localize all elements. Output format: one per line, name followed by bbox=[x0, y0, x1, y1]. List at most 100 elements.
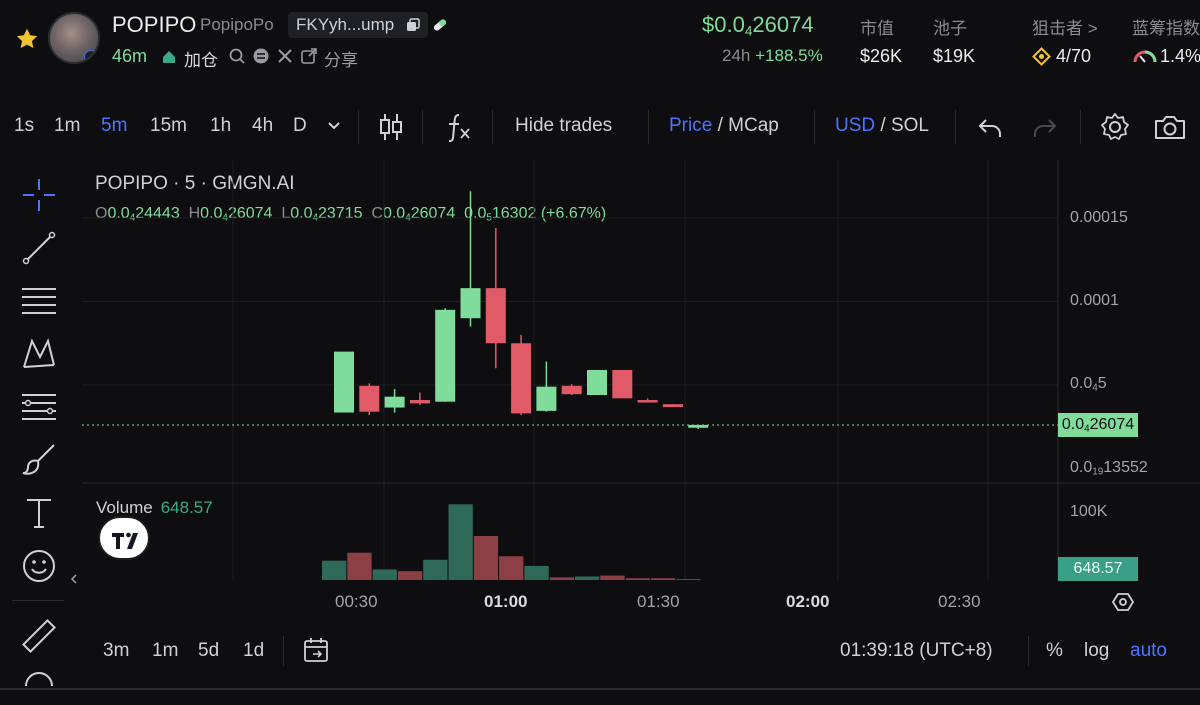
clock-timezone[interactable]: 01:39:18 (UTC+8) bbox=[840, 640, 993, 662]
interval-15m[interactable]: 15m bbox=[150, 115, 187, 137]
volume-series bbox=[322, 504, 701, 580]
favorite-star-icon[interactable] bbox=[14, 26, 40, 52]
candle-body bbox=[637, 400, 658, 403]
volume-bar bbox=[322, 560, 347, 580]
x-axis-label: 02:00 bbox=[786, 592, 830, 611]
gauge-icon bbox=[1133, 50, 1157, 63]
interval-1h[interactable]: 1h bbox=[210, 115, 231, 137]
usd-sol-toggle[interactable]: USD / SOL bbox=[835, 115, 929, 137]
bottom-divider bbox=[283, 636, 284, 666]
mcap-label: 市值 bbox=[860, 19, 894, 38]
target-icon bbox=[1032, 47, 1051, 66]
mcap-value: $26K bbox=[860, 46, 903, 66]
last-price-tag: 0.0426074 bbox=[1058, 413, 1138, 437]
toolbar-divider bbox=[1080, 110, 1081, 144]
interval-1s[interactable]: 1s bbox=[14, 115, 34, 137]
log-scale-toggle[interactable]: log bbox=[1084, 640, 1109, 662]
volume-bar bbox=[448, 504, 473, 580]
tradingview-logo[interactable] bbox=[98, 516, 150, 560]
volume-bar bbox=[600, 575, 625, 580]
token-symbol: POPIPO bbox=[112, 12, 197, 37]
toolbar-divider bbox=[955, 110, 956, 144]
price-mcap-toggle[interactable]: Price / MCap bbox=[669, 115, 779, 137]
candle-body bbox=[536, 386, 557, 411]
candle-body bbox=[409, 400, 430, 404]
tools-divider bbox=[12, 600, 64, 601]
candles-icon[interactable] bbox=[378, 112, 404, 142]
axis-settings-icon[interactable] bbox=[1112, 591, 1134, 613]
range-3m[interactable]: 3m bbox=[103, 640, 129, 662]
y-axis-label: 0.01913552 bbox=[1070, 459, 1148, 478]
interval-d[interactable]: D bbox=[293, 115, 307, 137]
redo-icon[interactable] bbox=[1032, 115, 1058, 139]
volume-bar bbox=[625, 578, 650, 580]
token-handle[interactable]: PopipoPo bbox=[200, 15, 274, 35]
copy-icon[interactable] bbox=[406, 18, 420, 32]
range-1m[interactable]: 1m bbox=[152, 640, 178, 662]
candle-body bbox=[460, 288, 481, 319]
share-button[interactable]: 分享 bbox=[324, 46, 358, 71]
candle-body bbox=[688, 424, 709, 428]
toolbar-divider bbox=[422, 110, 423, 144]
y-axis-label: 0.00015 bbox=[1070, 209, 1128, 226]
candle-body bbox=[612, 369, 633, 399]
candle-body bbox=[359, 385, 380, 412]
date-range-calendar-icon[interactable] bbox=[302, 636, 330, 664]
indicators-fx-icon[interactable] bbox=[444, 112, 472, 142]
external-link-icon[interactable] bbox=[300, 47, 318, 65]
x-axis-label: 00:30 bbox=[335, 592, 378, 611]
auto-scale-toggle[interactable]: auto bbox=[1130, 640, 1167, 662]
bottom-border bbox=[0, 688, 1200, 690]
range-1d[interactable]: 1d bbox=[243, 640, 264, 662]
interval-5m[interactable]: 5m bbox=[101, 115, 127, 137]
chevron-down-icon[interactable] bbox=[326, 120, 342, 132]
website-icon[interactable] bbox=[252, 47, 270, 65]
add-position-button[interactable]: 加仓 bbox=[184, 46, 218, 71]
candle-body bbox=[485, 288, 506, 344]
search-icon[interactable] bbox=[228, 47, 246, 65]
percent-scale-toggle[interactable]: % bbox=[1046, 640, 1063, 662]
camera-icon[interactable] bbox=[1153, 113, 1187, 141]
price-chart[interactable] bbox=[0, 160, 1200, 590]
token-avatar bbox=[48, 12, 100, 64]
x-twitter-icon[interactable] bbox=[276, 47, 294, 65]
candle-body bbox=[334, 351, 354, 413]
token-age: 46m bbox=[112, 46, 148, 66]
ruler-icon[interactable] bbox=[20, 617, 58, 655]
volume-bar bbox=[524, 565, 549, 580]
pool-value: $19K bbox=[933, 46, 976, 66]
chart-grid bbox=[82, 160, 1200, 580]
x-axis-label: 02:30 bbox=[938, 592, 981, 611]
y-axis-label: 0.0001 bbox=[1070, 292, 1119, 309]
candle-body bbox=[384, 396, 405, 408]
interval-1m[interactable]: 1m bbox=[54, 115, 80, 137]
undo-icon[interactable] bbox=[977, 115, 1003, 139]
magnet-icon[interactable] bbox=[20, 672, 58, 686]
last-volume-tag: 648.57 bbox=[1058, 557, 1138, 581]
hide-trades-button[interactable]: Hide trades bbox=[515, 115, 612, 137]
settings-gear-icon[interactable] bbox=[1100, 112, 1130, 142]
volume-bar bbox=[650, 578, 676, 580]
candle-body bbox=[662, 404, 683, 408]
volume-bar bbox=[423, 559, 448, 580]
volume-bar bbox=[676, 579, 701, 580]
candle-body bbox=[435, 309, 456, 402]
snipers-link[interactable]: 狙击者 > bbox=[1032, 14, 1098, 39]
bluechip-value: 1.4% bbox=[1160, 46, 1200, 66]
pill-icon[interactable] bbox=[432, 17, 448, 33]
volume-bar bbox=[575, 576, 600, 580]
range-5d[interactable]: 5d bbox=[198, 640, 219, 662]
candles-series bbox=[334, 191, 709, 429]
candle-body bbox=[587, 369, 607, 396]
bluechip-label: 蓝筹指数 bbox=[1132, 19, 1200, 38]
volume-bar bbox=[549, 577, 574, 580]
chain-badge-icon bbox=[84, 50, 98, 62]
change-24h: 24h +188.5% bbox=[722, 46, 823, 65]
x-axis-label: 01:30 bbox=[637, 592, 680, 611]
interval-4h[interactable]: 4h bbox=[252, 115, 273, 137]
y-axis-label: 0.045 bbox=[1070, 375, 1107, 394]
volume-bar bbox=[347, 552, 372, 580]
volume-bar bbox=[499, 556, 524, 580]
candle-body bbox=[561, 385, 582, 395]
contract-address[interactable]: FKYyh...ump bbox=[288, 12, 428, 38]
